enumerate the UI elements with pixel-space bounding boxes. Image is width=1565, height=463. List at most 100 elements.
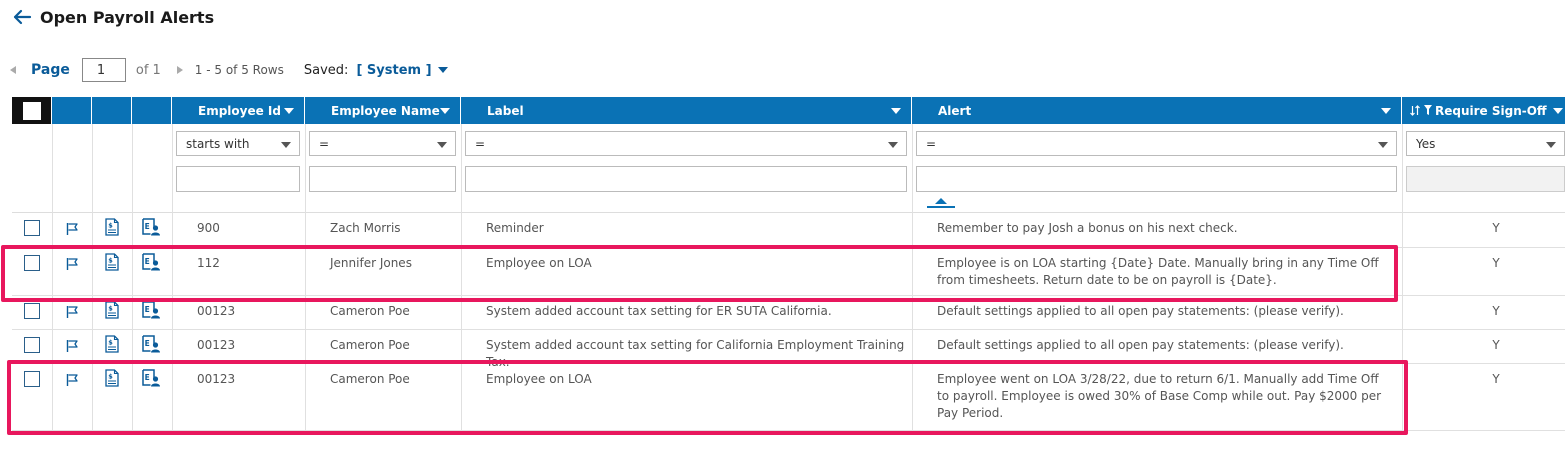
- row-select-checkbox[interactable]: [24, 337, 40, 353]
- column-divider: [305, 363, 306, 430]
- svg-text:E: E: [145, 373, 150, 382]
- chevron-down-icon[interactable]: [1381, 108, 1391, 114]
- flag-icon[interactable]: [66, 222, 78, 236]
- row-select-checkbox[interactable]: [24, 220, 40, 236]
- column-divider: [132, 247, 133, 295]
- chevron-down-icon[interactable]: [284, 108, 294, 114]
- alert-filter-input[interactable]: [916, 166, 1397, 192]
- chevron-down-icon[interactable]: [437, 67, 448, 73]
- row-select-checkbox[interactable]: [24, 371, 40, 387]
- employee-name-filter-operator[interactable]: =: [309, 131, 456, 156]
- column-divider: [912, 295, 913, 329]
- column-divider: [52, 247, 53, 295]
- employee-profile-icon[interactable]: E: [142, 218, 161, 236]
- sort-ascending-icon: [935, 198, 947, 204]
- pay-statement-icon[interactable]: $: [105, 218, 119, 236]
- flag-icon[interactable]: [66, 257, 78, 271]
- pay-statement-icon[interactable]: $: [105, 369, 119, 387]
- filter-operator-value: =: [926, 136, 937, 151]
- employee-name-cell: Cameron Poe: [330, 372, 410, 386]
- flag-icon[interactable]: [66, 305, 78, 319]
- column-header-employee-name[interactable]: Employee Name: [305, 97, 461, 124]
- column-header-require-signoff[interactable]: Require Sign-Off: [1402, 97, 1565, 124]
- chevron-down-icon[interactable]: [891, 108, 901, 114]
- filter-icon[interactable]: [1424, 105, 1432, 116]
- page-number-input[interactable]: [81, 58, 126, 82]
- employee-id-cell: 00123: [197, 372, 236, 386]
- column-divider: [132, 329, 133, 363]
- chevron-down-icon[interactable]: [1553, 108, 1563, 114]
- filter-operator-value: =: [319, 136, 330, 151]
- chevron-down-icon: [888, 142, 898, 148]
- chevron-down-icon: [281, 142, 291, 148]
- employee-profile-icon[interactable]: E: [142, 369, 161, 387]
- table-row: $ E 00123 Cameron Poe System added accou…: [12, 329, 1565, 369]
- column-header-label[interactable]: Label: [461, 97, 912, 124]
- sort-indicator-line: [927, 206, 955, 208]
- column-divider: [52, 329, 53, 363]
- previous-page-icon[interactable]: [10, 66, 16, 74]
- next-page-icon[interactable]: [176, 66, 183, 74]
- require-signoff-filter-input: [1406, 166, 1565, 192]
- label-cell: Reminder: [486, 221, 544, 235]
- column-divider: [461, 329, 462, 363]
- employee-id-filter-operator[interactable]: starts with: [176, 131, 300, 156]
- saved-view-dropdown[interactable]: [ System ]: [356, 63, 431, 78]
- svg-text:$: $: [108, 373, 113, 381]
- chevron-down-icon: [1546, 142, 1556, 148]
- column-label: Employee Id: [198, 103, 281, 118]
- flag-icon[interactable]: [66, 373, 78, 387]
- svg-text:$: $: [108, 339, 113, 347]
- row-select-checkbox[interactable]: [24, 255, 40, 271]
- column-divider: [92, 329, 93, 363]
- pay-statement-icon[interactable]: $: [105, 335, 119, 353]
- employee-profile-icon[interactable]: E: [142, 301, 161, 319]
- table-row: $ E 112 Jennifer Jones Employee on LOA E…: [12, 247, 1565, 296]
- arrow-left-icon[interactable]: [12, 9, 32, 25]
- employee-id-cell: 112: [197, 256, 220, 270]
- pager: Page of 1 1 - 5 of 5 Rows Saved: [ Syste…: [10, 56, 448, 84]
- employee-name-cell: Cameron Poe: [330, 304, 410, 318]
- label-cell: Employee on LOA: [486, 372, 592, 386]
- alerts-grid: Employee Id Employee Name Label Alert Re…: [1, 97, 1565, 435]
- employee-profile-icon[interactable]: E: [142, 253, 161, 271]
- column-divider: [305, 329, 306, 363]
- svg-text:$: $: [108, 305, 113, 313]
- require-signoff-filter-select[interactable]: Yes: [1406, 131, 1565, 156]
- flag-icon[interactable]: [66, 339, 78, 353]
- flag-column-header: [52, 97, 92, 124]
- row-select-checkbox[interactable]: [24, 303, 40, 319]
- pay-statement-icon[interactable]: $: [105, 301, 119, 319]
- column-divider: [92, 363, 93, 430]
- column-divider: [52, 363, 53, 430]
- alert-filter-operator[interactable]: =: [916, 131, 1397, 156]
- column-header-alert[interactable]: Alert: [912, 97, 1402, 124]
- label-filter-operator[interactable]: =: [465, 131, 907, 156]
- svg-text:E: E: [145, 257, 150, 266]
- employee-id-filter-input[interactable]: [176, 166, 300, 192]
- column-divider: [461, 212, 462, 247]
- select-all-checkbox[interactable]: [22, 101, 41, 120]
- svg-text:E: E: [145, 339, 150, 348]
- chevron-down-icon[interactable]: [440, 108, 450, 114]
- column-divider: [461, 247, 462, 295]
- employee-profile-icon[interactable]: E: [142, 335, 161, 353]
- column-divider: [52, 124, 53, 212]
- column-divider: [132, 295, 133, 329]
- require-signoff-cell: Y: [1492, 304, 1500, 318]
- sort-icon[interactable]: [1410, 105, 1420, 116]
- alert-cell: Default settings applied to all open pay…: [937, 304, 1344, 318]
- column-divider: [172, 295, 173, 329]
- alert-cell: Remember to pay Josh a bonus on his next…: [937, 221, 1238, 235]
- column-divider: [92, 124, 93, 212]
- label-filter-input[interactable]: [465, 166, 907, 192]
- column-divider: [172, 363, 173, 430]
- page-title: Open Payroll Alerts: [40, 7, 215, 27]
- column-divider: [305, 124, 306, 212]
- employee-column-header: [132, 97, 172, 124]
- table-row: $ E 00123 Cameron Poe Employee on LOA Em…: [12, 363, 1565, 431]
- column-header-employee-id[interactable]: Employee Id: [172, 97, 305, 124]
- pay-statement-icon[interactable]: $: [105, 253, 119, 271]
- column-divider: [461, 363, 462, 430]
- employee-name-filter-input[interactable]: [309, 166, 456, 192]
